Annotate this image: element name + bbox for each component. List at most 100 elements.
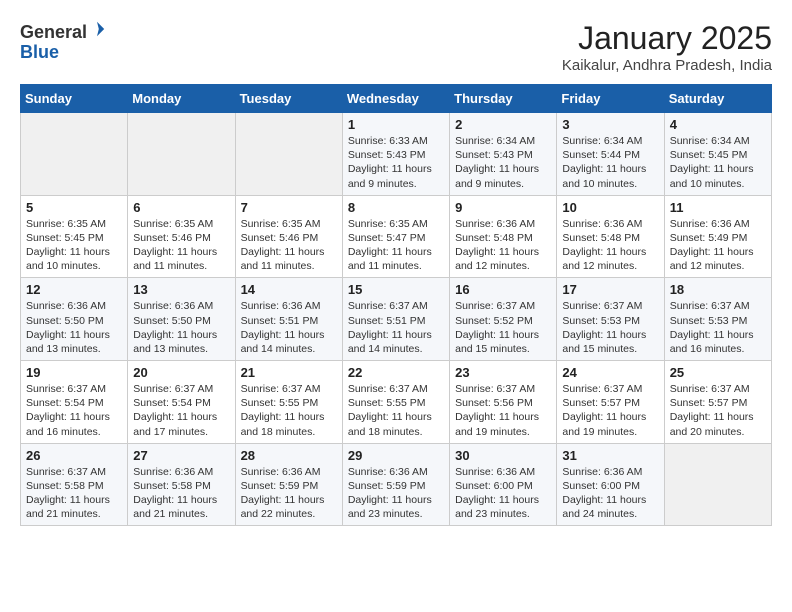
day-info: Sunrise: 6:36 AM Sunset: 5:51 PM Dayligh… <box>241 299 337 356</box>
logo-blue: Blue <box>20 42 59 62</box>
logo-general: General <box>20 22 87 42</box>
calendar-cell: 1 Sunrise: 6:33 AM Sunset: 5:43 PM Daylig… <box>342 113 449 196</box>
page-header: General Blue January 2025 Kaikalur, Andh… <box>20 20 772 74</box>
day-number: 29 <box>348 448 444 463</box>
day-info: Sunrise: 6:36 AM Sunset: 5:50 PM Dayligh… <box>133 299 229 356</box>
day-info: Sunrise: 6:35 AM Sunset: 5:46 PM Dayligh… <box>133 217 229 274</box>
day-info: Sunrise: 6:33 AM Sunset: 5:43 PM Dayligh… <box>348 134 444 191</box>
calendar-cell <box>664 443 771 526</box>
location-subtitle: Kaikalur, Andhra Pradesh, India <box>562 57 772 74</box>
day-info: Sunrise: 6:37 AM Sunset: 5:58 PM Dayligh… <box>26 465 122 522</box>
day-number: 8 <box>348 200 444 215</box>
calendar-cell: 21Sunrise: 6:37 AM Sunset: 5:55 PM Dayli… <box>235 361 342 444</box>
day-info: Sunrise: 6:36 AM Sunset: 5:49 PM Dayligh… <box>670 217 766 274</box>
day-info: Sunrise: 6:37 AM Sunset: 5:57 PM Dayligh… <box>670 382 766 439</box>
weekday-header-thursday: Thursday <box>450 85 557 113</box>
day-info: Sunrise: 6:36 AM Sunset: 5:58 PM Dayligh… <box>133 465 229 522</box>
day-info: Sunrise: 6:37 AM Sunset: 5:53 PM Dayligh… <box>670 299 766 356</box>
day-number: 2 <box>455 117 551 132</box>
calendar-cell: 28 Sunrise: 6:36 AM Sunset: 5:59 PM Dayli… <box>235 443 342 526</box>
day-number: 13 <box>133 282 229 297</box>
day-info: Sunrise: 6:37 AM Sunset: 5:51 PM Dayligh… <box>348 299 444 356</box>
calendar-cell: 9Sunrise: 6:36 AM Sunset: 5:48 PM Daylig… <box>450 195 557 278</box>
day-number: 1 <box>348 117 444 132</box>
day-number: 26 <box>26 448 122 463</box>
calendar-cell: 5 Sunrise: 6:35 AM Sunset: 5:45 PM Daylig… <box>21 195 128 278</box>
calendar-cell: 23 Sunrise: 6:37 AM Sunset: 5:56 PM Dayli… <box>450 361 557 444</box>
calendar-cell: 22 Sunrise: 6:37 AM Sunset: 5:55 PM Dayli… <box>342 361 449 444</box>
calendar-table: SundayMondayTuesdayWednesdayThursdayFrid… <box>20 84 772 526</box>
calendar-week-row: 1 Sunrise: 6:33 AM Sunset: 5:43 PM Daylig… <box>21 113 772 196</box>
calendar-cell: 20Sunrise: 6:37 AM Sunset: 5:54 PM Dayli… <box>128 361 235 444</box>
calendar-week-row: 5 Sunrise: 6:35 AM Sunset: 5:45 PM Daylig… <box>21 195 772 278</box>
day-number: 25 <box>670 365 766 380</box>
day-info: Sunrise: 6:37 AM Sunset: 5:57 PM Dayligh… <box>562 382 658 439</box>
day-info: Sunrise: 6:36 AM Sunset: 6:00 PM Dayligh… <box>562 465 658 522</box>
day-info: Sunrise: 6:37 AM Sunset: 5:54 PM Dayligh… <box>26 382 122 439</box>
day-info: Sunrise: 6:36 AM Sunset: 5:59 PM Dayligh… <box>241 465 337 522</box>
calendar-week-row: 26 Sunrise: 6:37 AM Sunset: 5:58 PM Dayli… <box>21 443 772 526</box>
calendar-cell: 10Sunrise: 6:36 AM Sunset: 5:48 PM Dayli… <box>557 195 664 278</box>
day-number: 3 <box>562 117 658 132</box>
calendar-cell: 18Sunrise: 6:37 AM Sunset: 5:53 PM Dayli… <box>664 278 771 361</box>
weekday-header-wednesday: Wednesday <box>342 85 449 113</box>
day-number: 19 <box>26 365 122 380</box>
calendar-cell <box>21 113 128 196</box>
day-info: Sunrise: 6:36 AM Sunset: 5:50 PM Dayligh… <box>26 299 122 356</box>
calendar-cell: 4Sunrise: 6:34 AM Sunset: 5:45 PM Daylig… <box>664 113 771 196</box>
logo-icon <box>88 20 106 38</box>
logo: General Blue <box>20 20 106 63</box>
day-number: 16 <box>455 282 551 297</box>
day-number: 28 <box>241 448 337 463</box>
weekday-header-sunday: Sunday <box>21 85 128 113</box>
day-number: 6 <box>133 200 229 215</box>
day-number: 27 <box>133 448 229 463</box>
weekday-header-friday: Friday <box>557 85 664 113</box>
weekday-header-saturday: Saturday <box>664 85 771 113</box>
day-info: Sunrise: 6:34 AM Sunset: 5:44 PM Dayligh… <box>562 134 658 191</box>
calendar-cell: 25 Sunrise: 6:37 AM Sunset: 5:57 PM Dayli… <box>664 361 771 444</box>
day-number: 23 <box>455 365 551 380</box>
day-number: 7 <box>241 200 337 215</box>
weekday-header-monday: Monday <box>128 85 235 113</box>
day-number: 15 <box>348 282 444 297</box>
day-number: 12 <box>26 282 122 297</box>
calendar-cell: 19 Sunrise: 6:37 AM Sunset: 5:54 PM Dayli… <box>21 361 128 444</box>
day-number: 22 <box>348 365 444 380</box>
day-info: Sunrise: 6:34 AM Sunset: 5:45 PM Dayligh… <box>670 134 766 191</box>
calendar-cell <box>128 113 235 196</box>
title-area: January 2025 Kaikalur, Andhra Pradesh, I… <box>562 20 772 74</box>
day-info: Sunrise: 6:35 AM Sunset: 5:46 PM Dayligh… <box>241 217 337 274</box>
day-info: Sunrise: 6:37 AM Sunset: 5:56 PM Dayligh… <box>455 382 551 439</box>
calendar-cell: 16Sunrise: 6:37 AM Sunset: 5:52 PM Dayli… <box>450 278 557 361</box>
day-info: Sunrise: 6:37 AM Sunset: 5:53 PM Dayligh… <box>562 299 658 356</box>
day-info: Sunrise: 6:37 AM Sunset: 5:55 PM Dayligh… <box>348 382 444 439</box>
day-info: Sunrise: 6:35 AM Sunset: 5:45 PM Dayligh… <box>26 217 122 274</box>
day-info: Sunrise: 6:37 AM Sunset: 5:55 PM Dayligh… <box>241 382 337 439</box>
day-number: 5 <box>26 200 122 215</box>
calendar-cell: 11 Sunrise: 6:36 AM Sunset: 5:49 PM Dayli… <box>664 195 771 278</box>
calendar-cell: 15 Sunrise: 6:37 AM Sunset: 5:51 PM Dayli… <box>342 278 449 361</box>
day-info: Sunrise: 6:35 AM Sunset: 5:47 PM Dayligh… <box>348 217 444 274</box>
day-number: 30 <box>455 448 551 463</box>
day-number: 31 <box>562 448 658 463</box>
calendar-header-row: SundayMondayTuesdayWednesdayThursdayFrid… <box>21 85 772 113</box>
day-number: 10 <box>562 200 658 215</box>
day-number: 24 <box>562 365 658 380</box>
calendar-cell: 2 Sunrise: 6:34 AM Sunset: 5:43 PM Daylig… <box>450 113 557 196</box>
calendar-cell <box>235 113 342 196</box>
logo-text: General Blue <box>20 20 106 63</box>
day-number: 14 <box>241 282 337 297</box>
calendar-cell: 31 Sunrise: 6:36 AM Sunset: 6:00 PM Dayli… <box>557 443 664 526</box>
day-info: Sunrise: 6:36 AM Sunset: 5:59 PM Dayligh… <box>348 465 444 522</box>
day-info: Sunrise: 6:34 AM Sunset: 5:43 PM Dayligh… <box>455 134 551 191</box>
calendar-cell: 30 Sunrise: 6:36 AM Sunset: 6:00 PM Dayli… <box>450 443 557 526</box>
calendar-cell: 24 Sunrise: 6:37 AM Sunset: 5:57 PM Dayli… <box>557 361 664 444</box>
calendar-week-row: 19 Sunrise: 6:37 AM Sunset: 5:54 PM Dayli… <box>21 361 772 444</box>
calendar-cell: 13 Sunrise: 6:36 AM Sunset: 5:50 PM Dayli… <box>128 278 235 361</box>
day-info: Sunrise: 6:36 AM Sunset: 6:00 PM Dayligh… <box>455 465 551 522</box>
day-number: 11 <box>670 200 766 215</box>
calendar-cell: 14 Sunrise: 6:36 AM Sunset: 5:51 PM Dayli… <box>235 278 342 361</box>
day-info: Sunrise: 6:37 AM Sunset: 5:54 PM Dayligh… <box>133 382 229 439</box>
calendar-week-row: 12 Sunrise: 6:36 AM Sunset: 5:50 PM Dayli… <box>21 278 772 361</box>
